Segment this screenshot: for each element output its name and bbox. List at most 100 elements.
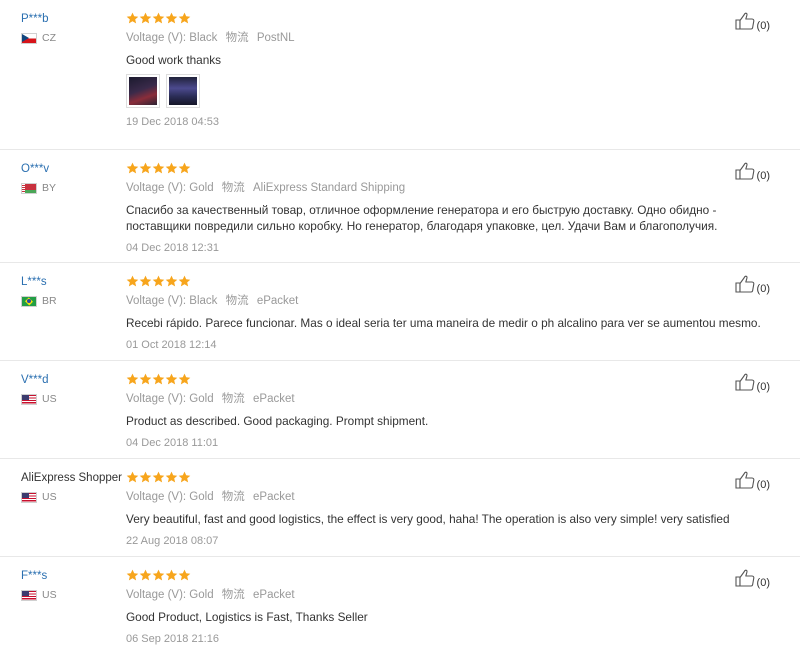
reviewer-country: CZ bbox=[21, 32, 121, 44]
review-content: Voltage (V): Gold 物流 AliExpress Standard… bbox=[126, 162, 766, 255]
attribute-label: Voltage (V): bbox=[126, 491, 187, 503]
star-icon bbox=[126, 471, 139, 483]
country-code: BY bbox=[42, 182, 57, 194]
star-rating bbox=[126, 373, 766, 385]
star-icon bbox=[165, 471, 178, 483]
star-icon bbox=[165, 275, 178, 287]
star-icon bbox=[126, 275, 139, 287]
star-rating bbox=[126, 471, 766, 483]
star-icon bbox=[139, 569, 152, 581]
reviewer-country: US bbox=[21, 393, 121, 405]
helpful-button[interactable]: (0) bbox=[734, 569, 770, 590]
review-photo[interactable] bbox=[166, 74, 200, 108]
star-icon bbox=[152, 275, 165, 287]
star-icon bbox=[139, 162, 152, 174]
attribute-label: Voltage (V): bbox=[126, 295, 187, 307]
star-icon bbox=[139, 373, 152, 385]
star-icon bbox=[165, 569, 178, 581]
reviewer-name[interactable]: V***d bbox=[21, 373, 121, 387]
logistics-value: AliExpress Standard Shipping bbox=[253, 182, 406, 194]
logistics-value: ePacket bbox=[253, 491, 295, 503]
star-icon bbox=[178, 471, 191, 483]
helpful-button[interactable]: (0) bbox=[734, 275, 770, 296]
flag-cz-icon bbox=[21, 32, 37, 44]
country-code: BR bbox=[42, 295, 57, 307]
review-item: F***s US Voltage (V): Gold 物流 ePacket Go… bbox=[0, 557, 800, 655]
helpful-count: (0) bbox=[756, 479, 770, 491]
star-icon bbox=[126, 569, 139, 581]
review-photo[interactable] bbox=[126, 74, 160, 108]
helpful-count: (0) bbox=[756, 283, 770, 295]
flag-br-icon bbox=[21, 295, 37, 307]
reviewer-info: V***d US bbox=[21, 373, 121, 405]
logistics-value: ePacket bbox=[256, 295, 299, 307]
review-item: V***d US Voltage (V): Gold 物流 ePacket Pr… bbox=[0, 361, 800, 459]
review-photos bbox=[126, 74, 766, 108]
helpful-button[interactable]: (0) bbox=[734, 471, 770, 492]
logistics-label: 物流 bbox=[221, 393, 245, 405]
thumbs-up-icon bbox=[734, 162, 755, 183]
flag-us-icon bbox=[21, 393, 37, 405]
attribute-value: Black bbox=[189, 295, 218, 307]
helpful-button[interactable]: (0) bbox=[734, 12, 770, 33]
order-info: Voltage (V): Gold 物流 ePacket bbox=[126, 588, 766, 602]
review-date: 19 Dec 2018 04:53 bbox=[126, 116, 219, 128]
reviewer-name[interactable]: P***b bbox=[21, 12, 121, 26]
reviewer-info: AliExpress Shopper US bbox=[21, 471, 122, 503]
review-item: O***v BY Voltage (V): Gold 物流 AliExpress… bbox=[0, 150, 800, 263]
reviewer-name[interactable]: L***s bbox=[21, 275, 121, 289]
review-content: Voltage (V): Gold 物流 ePacket Good Produc… bbox=[126, 569, 766, 646]
review-date: 06 Sep 2018 21:16 bbox=[126, 633, 219, 645]
star-icon bbox=[139, 12, 152, 24]
order-info: Voltage (V): Gold 物流 ePacket bbox=[126, 490, 766, 504]
thumbs-up-icon bbox=[734, 471, 755, 492]
review-content: Voltage (V): Black 物流 PostNL Good work t… bbox=[126, 12, 766, 129]
attribute-label: Voltage (V): bbox=[126, 589, 187, 601]
reviewer-country: US bbox=[21, 589, 121, 601]
review-date: 22 Aug 2018 08:07 bbox=[126, 535, 219, 547]
review-item: AliExpress Shopper US Voltage (V): Gold … bbox=[0, 459, 800, 557]
star-rating bbox=[126, 12, 766, 24]
helpful-count: (0) bbox=[756, 577, 770, 589]
helpful-button[interactable]: (0) bbox=[734, 373, 770, 394]
logistics-label: 物流 bbox=[221, 182, 245, 194]
review-content: Voltage (V): Gold 物流 ePacket Very beauti… bbox=[126, 471, 766, 548]
star-icon bbox=[152, 471, 165, 483]
star-icon bbox=[165, 373, 178, 385]
review-text: Спасибо за качественный товар, отличное … bbox=[126, 203, 718, 233]
review-text: Good Product, Logistics is Fast, Thanks … bbox=[126, 610, 368, 624]
attribute-value: Gold bbox=[189, 182, 214, 194]
star-icon bbox=[126, 373, 139, 385]
reviewer-country: US bbox=[21, 491, 121, 503]
star-rating bbox=[126, 569, 766, 581]
logistics-value: ePacket bbox=[253, 589, 295, 601]
reviewer-country: BR bbox=[21, 295, 121, 307]
star-icon bbox=[178, 373, 191, 385]
thumbs-up-icon bbox=[734, 373, 755, 394]
review-content: Voltage (V): Black 物流 ePacket Recebi ráp… bbox=[126, 275, 766, 352]
thumbs-up-icon bbox=[734, 569, 755, 590]
attribute-label: Voltage (V): bbox=[126, 182, 187, 194]
reviewer-info: L***s BR bbox=[21, 275, 121, 307]
star-icon bbox=[178, 12, 191, 24]
star-icon bbox=[139, 471, 152, 483]
attribute-label: Voltage (V): bbox=[126, 32, 187, 44]
flag-us-icon bbox=[21, 491, 37, 503]
review-date: 04 Dec 2018 11:01 bbox=[126, 437, 219, 449]
reviewer-name[interactable]: F***s bbox=[21, 569, 121, 583]
reviewer-name[interactable]: O***v bbox=[21, 162, 121, 176]
logistics-value: PostNL bbox=[256, 32, 295, 44]
thumbs-up-icon bbox=[734, 275, 755, 296]
reviewer-info: P***b CZ bbox=[21, 12, 121, 44]
reviewer-info: O***v BY bbox=[21, 162, 121, 194]
helpful-count: (0) bbox=[756, 381, 770, 393]
star-icon bbox=[126, 162, 139, 174]
reviewer-info: F***s US bbox=[21, 569, 121, 601]
attribute-label: Voltage (V): bbox=[126, 393, 187, 405]
helpful-button[interactable]: (0) bbox=[734, 162, 770, 183]
star-icon bbox=[126, 12, 139, 24]
attribute-value: Black bbox=[189, 32, 218, 44]
star-rating bbox=[126, 162, 766, 174]
flag-us-icon bbox=[21, 589, 37, 601]
star-icon bbox=[165, 162, 178, 174]
